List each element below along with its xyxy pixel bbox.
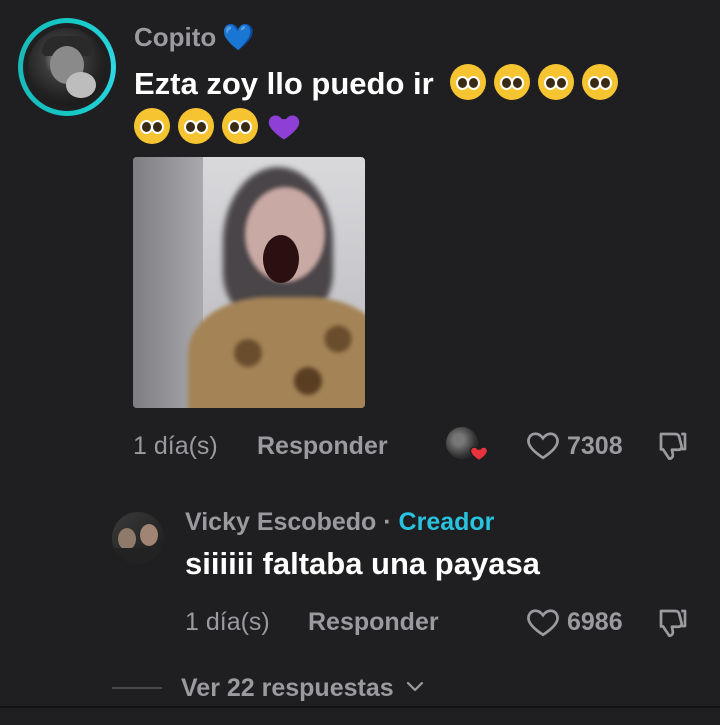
view-replies-label: Ver 22 respuestas	[181, 674, 394, 702]
avatar-plush	[66, 72, 96, 98]
separator-dot: ·	[383, 508, 392, 536]
username-text: Copito	[134, 22, 217, 52]
comment-username[interactable]: Copito 💙	[134, 22, 255, 53]
comment-text: Ezta zoy llo puedo ir	[134, 62, 704, 150]
pleading-face-emoji	[494, 64, 531, 100]
pleading-face-emoji	[134, 108, 170, 144]
reply-button[interactable]: Responder	[257, 432, 388, 461]
reply-like-count: 6986	[567, 608, 623, 636]
thumbs-down-icon[interactable]	[655, 427, 691, 465]
pleading-face-emoji	[450, 64, 487, 100]
avatar[interactable]	[18, 18, 116, 116]
blue-heart-emoji: 💙	[222, 22, 255, 52]
comment-date: 1 día(s)	[133, 432, 218, 460]
comment-text-content: Ezta zoy llo puedo ir	[134, 66, 434, 101]
creator-liked-badge	[446, 427, 489, 463]
reply-username-line: Vicky Escobedo · Creador	[185, 508, 494, 537]
reply-username[interactable]: Vicky Escobedo	[185, 508, 376, 536]
avatar-shadow	[112, 548, 164, 564]
pleading-face-emoji	[222, 108, 258, 144]
purple-heart-emoji	[266, 108, 302, 144]
image-region	[263, 235, 299, 283]
reply-date: 1 día(s)	[185, 608, 270, 636]
pleading-face-emoji	[178, 108, 214, 144]
view-replies-button[interactable]: Ver 22 respuestas	[181, 674, 425, 703]
bottom-divider	[0, 706, 720, 708]
avatar-person	[140, 524, 158, 546]
avatar-person	[118, 528, 136, 550]
avatar-image	[28, 28, 106, 106]
pleading-face-emoji	[582, 64, 619, 100]
pleading-face-emoji	[538, 64, 575, 100]
reply-reply-button[interactable]: Responder	[308, 608, 439, 637]
replies-divider	[112, 687, 162, 689]
reply-text: siiiiii faltaba una payasa	[185, 546, 540, 581]
chevron-down-icon	[406, 681, 423, 692]
avatar-ring-inner	[23, 23, 111, 111]
image-region	[188, 297, 365, 408]
heart-outline-icon[interactable]	[524, 604, 562, 640]
like-count: 7308	[567, 432, 623, 460]
thumbs-down-icon[interactable]	[655, 604, 691, 642]
comment-attached-image[interactable]	[133, 157, 365, 408]
red-heart-icon	[469, 446, 489, 462]
reply-avatar[interactable]	[112, 512, 164, 564]
creator-badge: Creador	[398, 508, 495, 536]
heart-outline-icon[interactable]	[524, 427, 562, 463]
